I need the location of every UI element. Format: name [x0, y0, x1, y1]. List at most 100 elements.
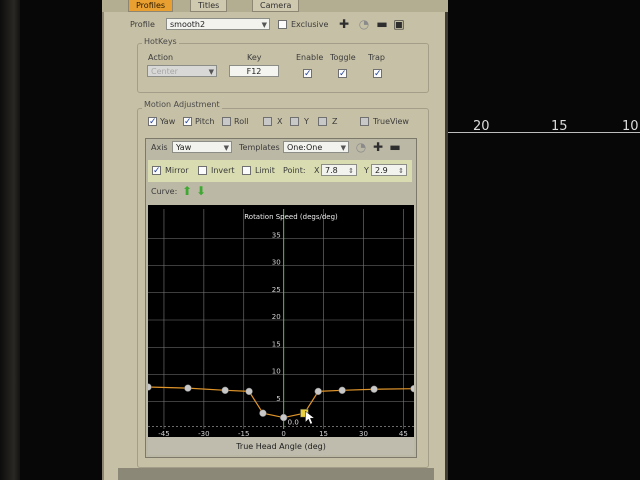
chart-annotation: 0.0	[288, 418, 299, 426]
curve-chart-svg[interactable]: Rotation Speed (degs/deg) 5 10 15 20 25 30 35 -4…	[144, 205, 418, 438]
point-y-spinner[interactable]: 2.9 ⇕	[371, 164, 407, 176]
tab-titles[interactable]: Titles	[190, 0, 228, 12]
x-tick-label: 15	[319, 430, 328, 437]
profile-label: Profile	[130, 20, 155, 29]
y-tick-label: 30	[272, 259, 281, 267]
templates-label: Templates	[239, 143, 280, 152]
pitch-label: Pitch	[195, 117, 215, 126]
curve-point	[144, 383, 152, 391]
x-tick-label: 0	[281, 430, 285, 437]
mouse-cursor-icon	[305, 410, 316, 425]
y-tick-label: 35	[272, 231, 281, 239]
roll-label: Roll	[234, 117, 249, 126]
point-y-value: 2.9	[375, 166, 388, 175]
curve-point	[184, 384, 192, 392]
curve-point	[245, 387, 253, 396]
copy-template-icon[interactable]: ◔	[355, 141, 367, 153]
y-tick-label: 10	[272, 368, 281, 376]
y-tick-label: 20	[272, 313, 281, 321]
curve-label: Curve:	[151, 187, 178, 196]
point-x-value: 7.8	[325, 166, 338, 175]
trueview-label: TrueView	[373, 117, 409, 126]
action-value: Center	[151, 67, 178, 76]
toggle-checkbox[interactable]: ✓	[338, 69, 347, 79]
point-label: Point:	[283, 166, 306, 175]
point-x-label: X	[314, 166, 320, 175]
trueview-checkbox[interactable]	[360, 117, 369, 126]
tab-camera[interactable]: Camera	[252, 0, 300, 12]
profile-value: smooth2	[170, 20, 206, 29]
mirror-checkbox[interactable]: ✓	[152, 166, 161, 176]
chevron-down-icon: ▼	[261, 21, 267, 29]
curve-point	[410, 385, 418, 393]
x-label: X	[277, 117, 283, 126]
add-template-icon[interactable]: ✚	[372, 141, 384, 153]
tab-profiles[interactable]: Profiles	[128, 0, 174, 12]
z-label: Z	[332, 117, 338, 126]
hotkeys-title: HotKeys	[142, 37, 179, 46]
curve-point	[338, 386, 346, 394]
templates-value: One:One	[287, 143, 323, 152]
remove-profile-icon[interactable]: ▬	[376, 18, 388, 30]
yaw-checkbox[interactable]: ✓	[148, 117, 157, 127]
exclusive-label: Exclusive	[291, 20, 329, 29]
x-axis-title: True Head Angle (deg)	[236, 442, 326, 451]
limit-label: Limit	[255, 166, 275, 175]
profile-select[interactable]: smooth2 ▼	[166, 18, 270, 30]
mirror-label: Mirror	[165, 166, 189, 175]
spinner-arrows-icon: ⇕	[348, 167, 354, 175]
action-select[interactable]: Center ▼	[147, 65, 217, 77]
invert-checkbox[interactable]	[198, 166, 207, 175]
x-axis-bar: True Head Angle (deg)	[148, 437, 414, 455]
curve-point	[314, 387, 322, 396]
point-y-label: Y	[364, 166, 369, 175]
chart-title: Rotation Speed (degs/deg)	[244, 213, 338, 221]
z-checkbox[interactable]	[318, 117, 327, 126]
chevron-down-icon: ▼	[340, 144, 346, 152]
axis-label: Axis	[151, 143, 168, 152]
background-number: 15	[551, 119, 568, 134]
chevron-down-icon: ▼	[223, 144, 229, 152]
arrow-up-icon[interactable]: ⬆	[182, 184, 192, 198]
y-checkbox[interactable]	[290, 117, 299, 126]
motion-title: Motion Adjustment	[142, 100, 222, 109]
background-number: 20	[473, 119, 490, 134]
curve-chart[interactable]: Rotation Speed (degs/deg) 5 10 15 20 25 30 35 -4…	[144, 205, 418, 438]
background-number: 10	[622, 119, 639, 134]
toggle-header: Toggle	[330, 53, 356, 62]
pitch-checkbox[interactable]: ✓	[183, 117, 192, 127]
arrow-down-icon[interactable]: ⬇	[196, 184, 206, 198]
invert-label: Invert	[211, 166, 235, 175]
curve-point	[280, 413, 288, 422]
copy-profile-icon[interactable]: ◔	[358, 18, 370, 30]
action-header: Action	[148, 53, 174, 62]
axis-select[interactable]: Yaw ▼	[172, 141, 232, 153]
limit-checkbox[interactable]	[242, 166, 251, 175]
point-x-spinner[interactable]: 7.8 ⇕	[321, 164, 357, 176]
spinner-arrows-icon: ⇕	[398, 167, 404, 175]
window-edge	[0, 0, 20, 480]
yaw-label: Yaw	[160, 117, 176, 126]
axis-value: Yaw	[176, 143, 192, 152]
y-tick-label: 15	[272, 340, 281, 348]
curve-point	[259, 409, 267, 417]
y-label: Y	[304, 117, 309, 126]
remove-template-icon[interactable]: ▬	[389, 141, 401, 153]
save-icon[interactable]: ▣	[393, 18, 405, 30]
x-tick-label: -30	[198, 430, 209, 437]
curve-point	[221, 386, 229, 394]
exclusive-checkbox[interactable]	[278, 20, 287, 29]
y-tick-label: 5	[276, 395, 280, 403]
trap-checkbox[interactable]: ✓	[373, 69, 382, 79]
horizontal-scrollbar[interactable]	[118, 468, 434, 480]
roll-checkbox[interactable]	[222, 117, 231, 126]
x-tick-label: 45	[399, 430, 408, 437]
templates-select[interactable]: One:One ▼	[283, 141, 349, 153]
key-field[interactable]: F12	[229, 65, 279, 77]
add-profile-icon[interactable]: ✚	[338, 18, 350, 30]
x-checkbox[interactable]	[263, 117, 272, 126]
chevron-down-icon: ▼	[208, 68, 214, 76]
curve-point	[370, 385, 378, 393]
enable-header: Enable	[296, 53, 324, 62]
enable-checkbox[interactable]: ✓	[303, 69, 312, 79]
